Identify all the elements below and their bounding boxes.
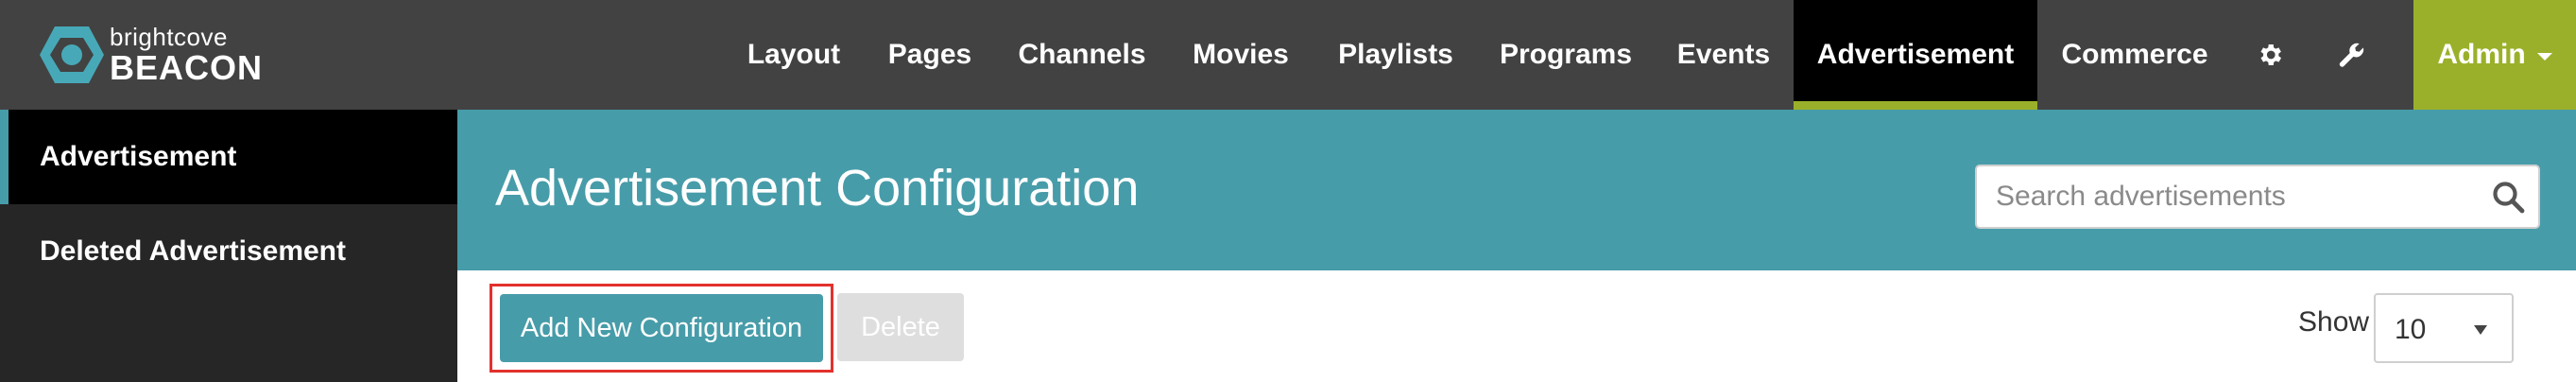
sidebar: Advertisement Deleted Advertisement <box>0 110 457 382</box>
caret-down-icon <box>2474 325 2487 335</box>
show-label: Show <box>2298 306 2370 338</box>
nav-programs[interactable]: Programs <box>1482 0 1650 110</box>
add-new-configuration-button[interactable]: Add New Configuration <box>500 294 823 362</box>
wrench-icon <box>2339 43 2364 67</box>
page-title: Advertisement Configuration <box>495 160 1140 217</box>
caret-down-icon <box>2536 53 2552 61</box>
nav-advertisement[interactable]: Advertisement <box>1794 0 2037 110</box>
page-size-select[interactable]: 10 <box>2374 293 2514 363</box>
logo-brand-small: brightcove <box>110 23 228 51</box>
nav-events[interactable]: Events <box>1659 0 1788 110</box>
logo-brand-big: BEACON <box>110 48 264 87</box>
admin-label: Admin <box>2437 39 2526 70</box>
search-box <box>1975 165 2540 229</box>
search-input[interactable] <box>1977 166 2478 227</box>
top-navigation-bar: brightcove BEACON Layout Pages Channels … <box>0 0 2576 110</box>
brightcove-beacon-logo[interactable]: brightcove BEACON <box>38 23 263 87</box>
sidebar-item-advertisement[interactable]: Advertisement <box>0 110 457 204</box>
hexagon-logo-icon <box>40 26 104 83</box>
settings-button[interactable] <box>2236 0 2304 110</box>
add-configuration-highlight: Add New Configuration <box>489 284 833 373</box>
page-header: Advertisement Configuration <box>457 110 2576 270</box>
nav-channels[interactable]: Channels <box>1002 0 1162 110</box>
search-icon[interactable] <box>2491 180 2525 214</box>
nav-movies[interactable]: Movies <box>1172 0 1310 110</box>
admin-menu[interactable]: Admin <box>2413 0 2576 110</box>
nav-layout[interactable]: Layout <box>728 0 860 110</box>
nav-pages[interactable]: Pages <box>867 0 992 110</box>
tools-button[interactable] <box>2317 0 2385 110</box>
page-size-value: 10 <box>2395 314 2427 345</box>
nav-commerce[interactable]: Commerce <box>2047 0 2223 110</box>
nav-playlists[interactable]: Playlists <box>1319 0 1472 110</box>
sidebar-item-deleted-advertisement[interactable]: Deleted Advertisement <box>0 204 457 299</box>
gear-icon <box>2260 44 2281 65</box>
delete-button[interactable]: Delete <box>837 293 964 361</box>
